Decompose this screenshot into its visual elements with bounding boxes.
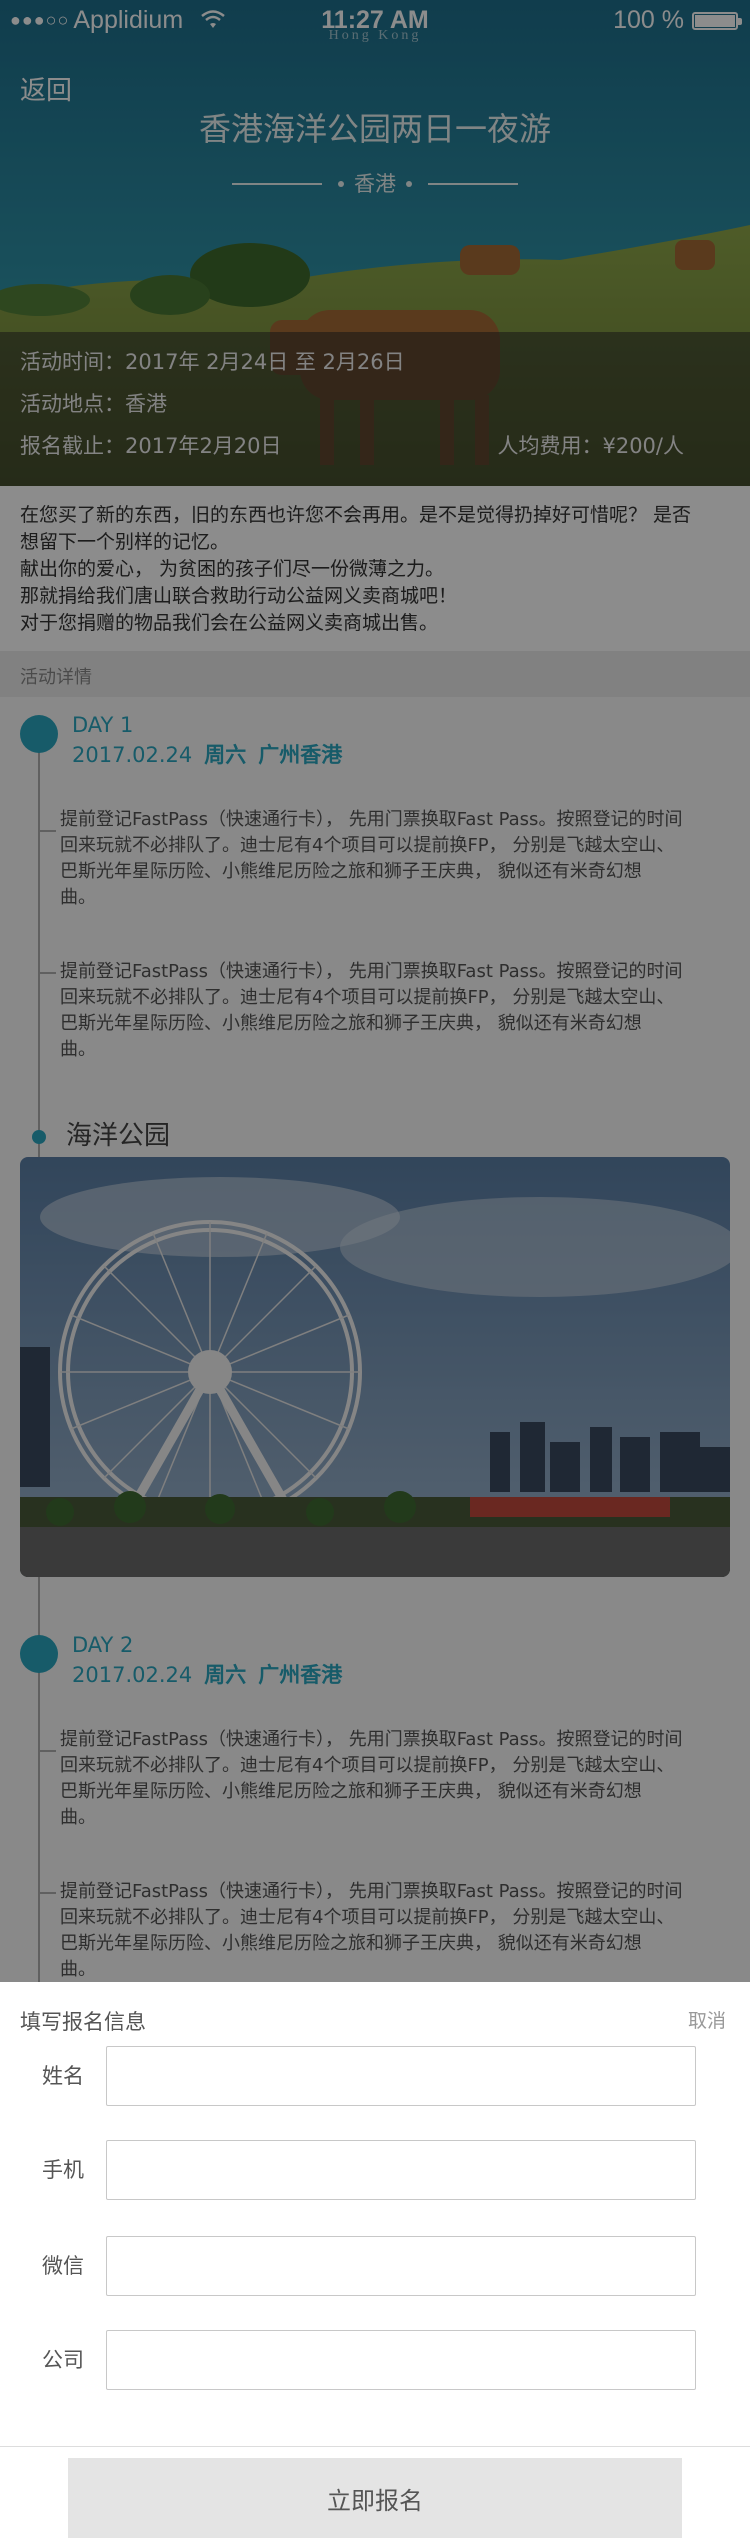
sheet-title: 填写报名信息 [20,2010,146,2034]
wechat-field[interactable] [106,2236,696,2296]
company-label: 公司 [42,2348,84,2372]
phone-label: 手机 [42,2158,84,2182]
name-label: 姓名 [42,2064,84,2088]
submit-signup-button[interactable]: 立即报名 [68,2458,682,2538]
cancel-button[interactable]: 取消 [688,2006,726,2033]
modal-backdrop[interactable] [0,0,750,1982]
phone-field[interactable] [106,2140,696,2200]
name-field[interactable] [106,2046,696,2106]
sheet-divider [0,2446,750,2447]
wechat-label: 微信 [42,2254,84,2278]
signup-sheet: 填写报名信息 取消 姓名 手机 微信 公司 立即报名 [0,1982,750,2546]
company-field[interactable] [106,2330,696,2390]
